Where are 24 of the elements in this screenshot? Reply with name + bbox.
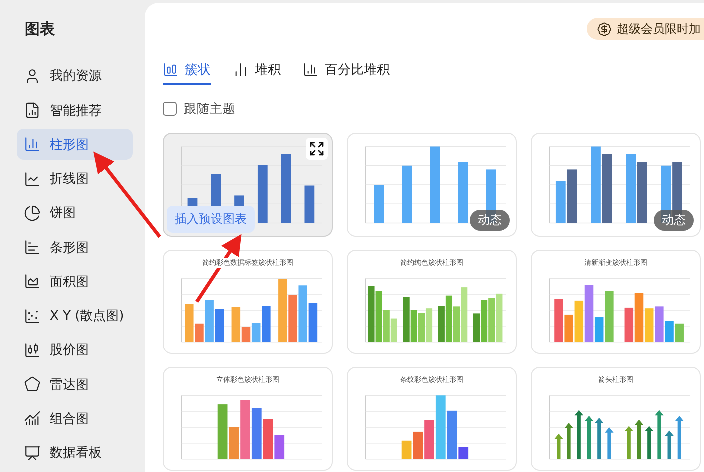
chart-card[interactable]: 动态 (347, 133, 517, 237)
badge: 动态 (470, 210, 510, 231)
sidebar-item[interactable]: 股价图 (17, 334, 133, 366)
insert-button[interactable]: 插入预设图表 (167, 206, 255, 233)
sidebar-item[interactable]: 面积图 (17, 266, 133, 298)
sidebar-item[interactable]: 智能推荐 (17, 95, 133, 126)
promo-button[interactable]: 超级会员限时加 (587, 18, 704, 40)
tab[interactable]: 百分比堆积 (303, 57, 390, 85)
chart-card[interactable]: 动态 (531, 133, 701, 237)
sidebar-item[interactable]: 饼图 (17, 198, 133, 229)
sidebar-item[interactable]: 我的资源 (17, 60, 133, 92)
sidebar-item[interactable]: 组合图 (17, 403, 133, 434)
sidebar-item[interactable]: 折线图 (17, 164, 133, 195)
badge: 动态 (654, 210, 694, 231)
sidebar-item[interactable]: 柱形图 (17, 129, 133, 160)
sidebar-item[interactable]: 数据看板 (17, 438, 133, 469)
chart-card[interactable]: 插入预设图表 (163, 133, 333, 237)
tab[interactable]: 簇状 (163, 57, 211, 85)
sidebar-item[interactable]: 条形图 (17, 232, 133, 264)
panel-title: 图表 (24, 20, 56, 40)
checkbox-label: 跟随主题 (184, 100, 236, 118)
tab[interactable]: 堆积 (233, 57, 281, 85)
sidebar-item[interactable]: 雷达图 (17, 369, 133, 400)
sidebar-item[interactable]: X Y (散点图) (17, 300, 133, 332)
